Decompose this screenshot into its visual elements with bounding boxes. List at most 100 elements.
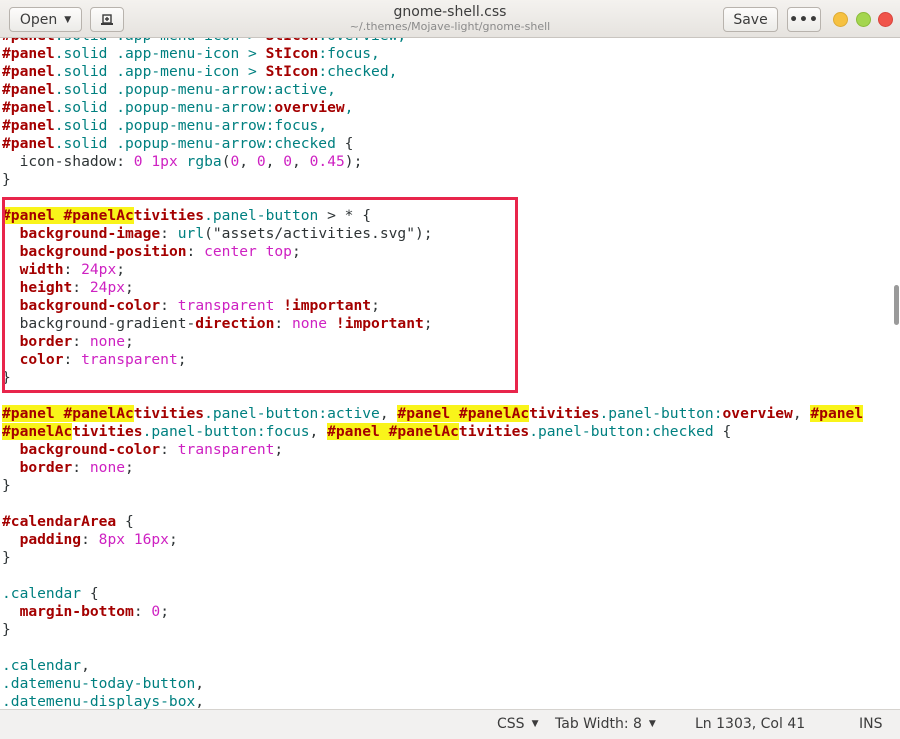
code-token: ); bbox=[344, 153, 363, 170]
code-token: { bbox=[116, 513, 134, 530]
code-token: { bbox=[344, 135, 354, 152]
code-token: ; bbox=[274, 441, 284, 458]
chevron-down-icon: ▼ bbox=[64, 14, 72, 25]
language-label: CSS bbox=[497, 716, 525, 732]
maximize-button[interactable] bbox=[856, 12, 871, 27]
code-token: , bbox=[379, 405, 398, 422]
code-token: .calendar bbox=[2, 657, 82, 674]
code-token: tivities bbox=[133, 405, 205, 422]
code-token: } bbox=[2, 549, 11, 566]
header-bar: Open ▼ gnome-shell.css ~/.themes/Mojave-… bbox=[0, 0, 900, 38]
code-line: #panel.solid .popup-menu-arrow:checked { bbox=[2, 135, 863, 153]
code-token: ; bbox=[168, 531, 178, 548]
cursor-position[interactable]: Ln 1303, Col 41 bbox=[695, 716, 805, 732]
code-token: : bbox=[72, 459, 90, 476]
code-token: , bbox=[195, 693, 205, 709]
code-token: #panel bbox=[2, 45, 55, 62]
code-token: 0 bbox=[256, 153, 266, 170]
code-token: .datemenu-today-button bbox=[2, 675, 196, 692]
code-token: , bbox=[195, 675, 205, 692]
save-button[interactable]: Save bbox=[723, 7, 778, 32]
code-token: border bbox=[19, 459, 73, 476]
code-token: #panel bbox=[2, 99, 55, 116]
code-token: #panel bbox=[2, 117, 55, 134]
code-token: overview bbox=[274, 99, 345, 116]
code-token: 0 bbox=[133, 153, 143, 170]
code-token: #panelAc bbox=[2, 423, 73, 440]
code-token: 0.45 bbox=[309, 153, 345, 170]
tab-width-selector[interactable]: Tab Width: 8 ▼ bbox=[555, 716, 656, 732]
code-token: 0 bbox=[151, 603, 161, 620]
open-button[interactable]: Open ▼ bbox=[9, 7, 82, 32]
code-token: { bbox=[713, 423, 732, 440]
new-document-icon bbox=[101, 13, 113, 25]
code-editor[interactable]: #panel.solid .app-menu-icon > StIcon:ove… bbox=[0, 38, 900, 709]
code-token: 8px bbox=[98, 531, 126, 548]
document-path: ~/.themes/Mojave-light/gnome-shell bbox=[349, 20, 551, 33]
code-line: } bbox=[2, 621, 863, 639]
code-token: :focus, bbox=[318, 45, 380, 62]
open-button-label: Open bbox=[19, 11, 58, 28]
code-line: .calendar { bbox=[2, 585, 863, 603]
code-token: ( bbox=[221, 153, 231, 170]
code-line: #panelActivities.panel-button:focus, #pa… bbox=[2, 423, 863, 441]
code-token: .panel-button:checked bbox=[529, 423, 714, 440]
code-token: StIcon bbox=[266, 38, 319, 44]
code-line: #panel #panelActivities.panel-button:act… bbox=[2, 405, 864, 423]
code-token: .solid .app-menu-icon > bbox=[54, 45, 266, 62]
hamburger-menu-button[interactable]: ••• bbox=[787, 7, 821, 32]
code-token: , bbox=[309, 423, 328, 440]
code-line: #panel.solid .popup-menu-arrow:active, bbox=[2, 81, 863, 99]
code-token: } bbox=[2, 621, 11, 638]
vertical-scrollbar[interactable] bbox=[894, 285, 899, 325]
code-line: #panel.solid .popup-menu-arrow:focus, bbox=[2, 117, 863, 135]
code-token: } bbox=[2, 171, 11, 188]
code-token: , bbox=[792, 405, 811, 422]
code-token: #panel #panelAc bbox=[397, 405, 530, 422]
code-line: border: none; bbox=[2, 459, 863, 477]
language-selector[interactable]: CSS ▼ bbox=[497, 716, 538, 732]
code-token: , bbox=[239, 153, 257, 170]
insert-mode-indicator[interactable]: INS bbox=[859, 716, 883, 732]
window-title: gnome-shell.css ~/.themes/Mojave-light/g… bbox=[300, 4, 600, 33]
document-title: gnome-shell.css bbox=[393, 4, 507, 20]
code-token: : bbox=[133, 603, 152, 620]
code-line: .datemenu-displays-box, bbox=[2, 693, 863, 709]
code-token: .solid .app-menu-icon > bbox=[54, 63, 266, 80]
code-line: margin-bottom: 0; bbox=[2, 603, 863, 621]
code-token: .panel-button:focus bbox=[142, 423, 310, 440]
code-token: } bbox=[2, 477, 11, 494]
code-token: 16px bbox=[133, 531, 169, 548]
code-line: #calendarArea { bbox=[2, 513, 863, 531]
code-line: .calendar, bbox=[2, 657, 863, 675]
code-line: #panel.solid .app-menu-icon > StIcon:che… bbox=[2, 63, 863, 81]
code-line: #panel.solid .popup-menu-arrow:overview, bbox=[2, 99, 863, 117]
code-token: #calendarArea bbox=[2, 513, 117, 530]
close-button[interactable] bbox=[878, 12, 893, 27]
code-token: #panel #panelAc bbox=[2, 405, 134, 422]
code-token: overview bbox=[722, 405, 793, 422]
code-token: :checked, bbox=[318, 63, 398, 80]
code-token: #panel bbox=[2, 135, 55, 152]
code-line: background-color: transparent; bbox=[2, 441, 863, 459]
code-token: .calendar bbox=[2, 585, 82, 602]
status-bar: CSS ▼ Tab Width: 8 ▼ Ln 1303, Col 41 INS bbox=[0, 709, 900, 739]
new-document-button[interactable] bbox=[90, 7, 124, 32]
code-token: 0 bbox=[230, 153, 240, 170]
code-line: } bbox=[2, 549, 863, 567]
code-token: ; bbox=[125, 459, 134, 476]
minimize-button[interactable] bbox=[833, 12, 848, 27]
code-token: #panel bbox=[2, 81, 55, 98]
code-line: } bbox=[2, 171, 863, 189]
code-line: #panel.solid .app-menu-icon > StIcon:ove… bbox=[2, 38, 863, 45]
code-token: 0 bbox=[283, 153, 293, 170]
tab-width-label: Tab Width: 8 bbox=[555, 716, 642, 732]
code-token: { bbox=[81, 585, 99, 602]
code-token: #panel #panelAc bbox=[327, 423, 459, 440]
